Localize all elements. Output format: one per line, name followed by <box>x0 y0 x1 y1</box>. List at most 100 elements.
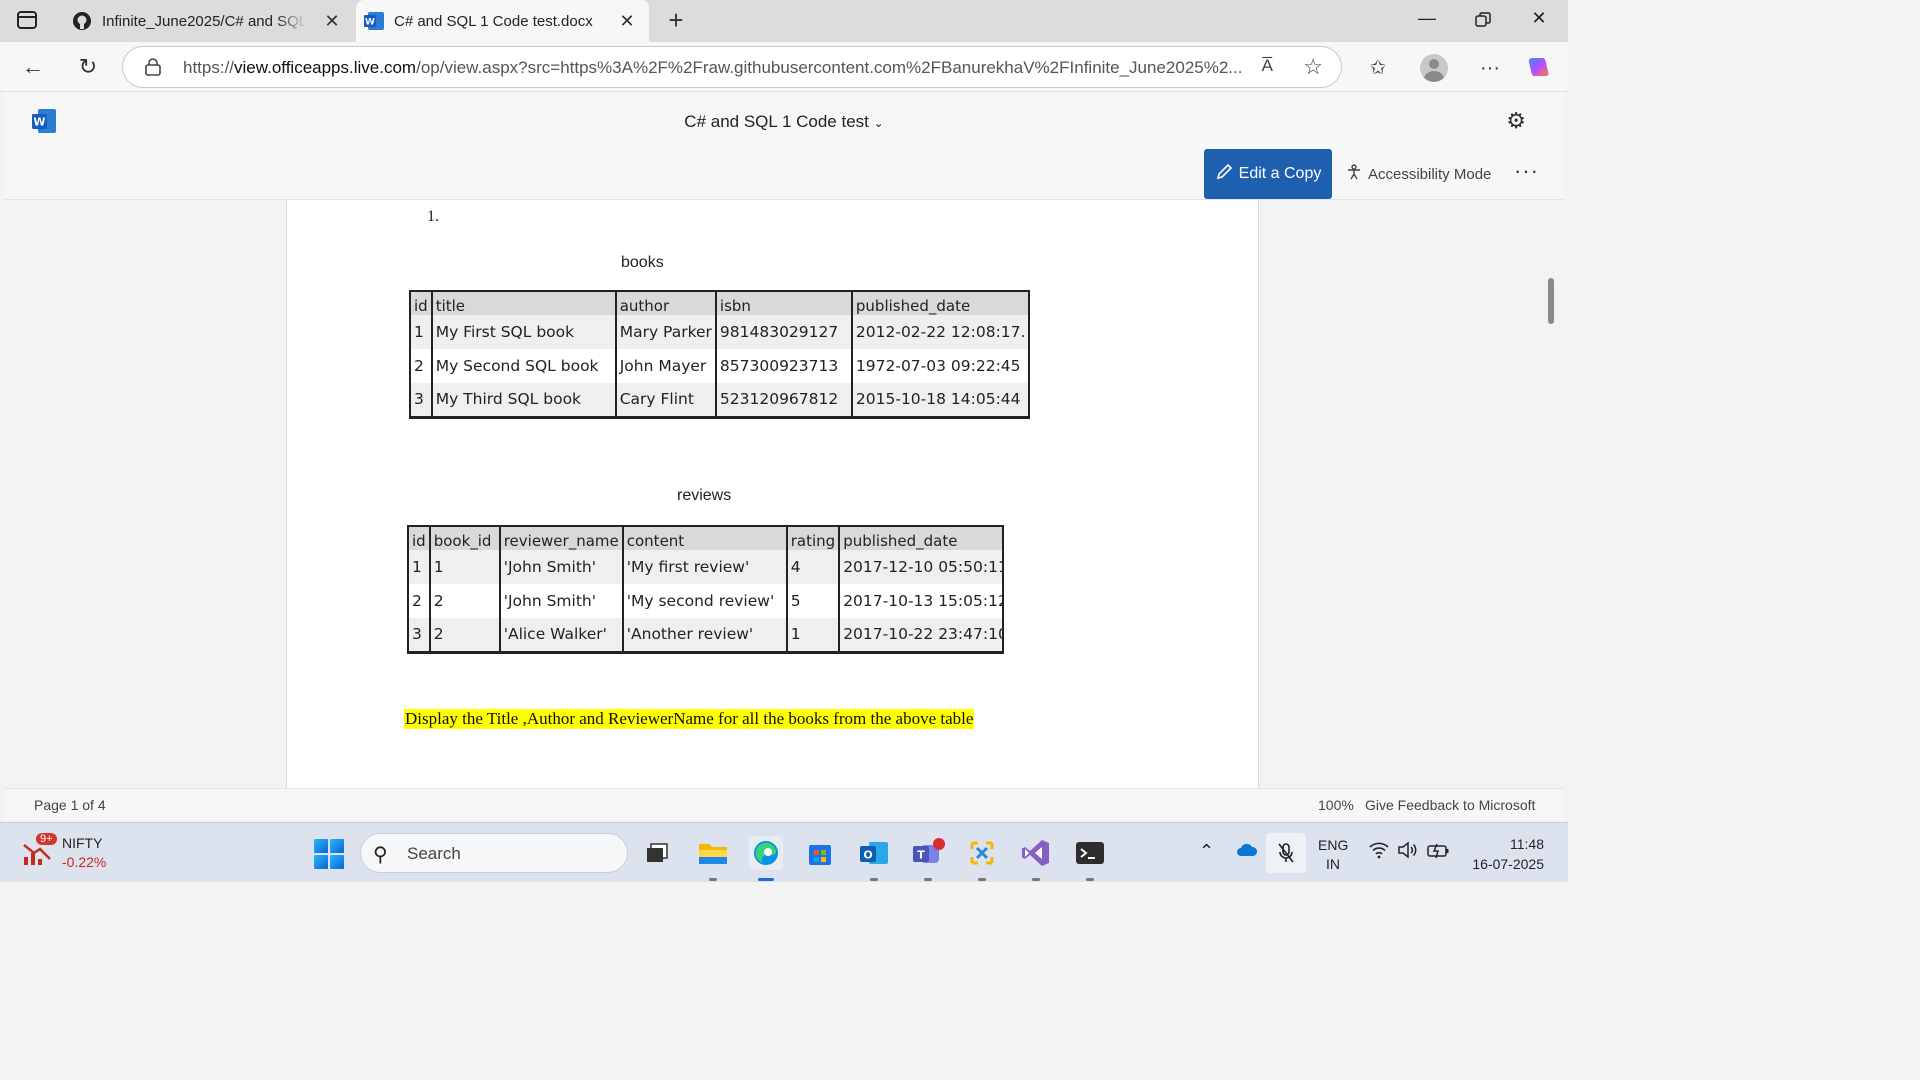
microsoft-store-icon[interactable] <box>803 836 837 870</box>
tab-word-doc[interactable]: W C# and SQL 1 Code test.docx ✕ <box>356 0 649 42</box>
language-code: ENG <box>1318 837 1349 853</box>
accessibility-mode-button[interactable]: Accessibility Mode <box>1346 164 1491 184</box>
books-caption: books <box>621 254 664 271</box>
snipping-tool-icon[interactable] <box>965 836 999 881</box>
back-icon[interactable]: ← <box>20 54 46 80</box>
minimize-icon[interactable]: — <box>1412 8 1442 34</box>
table-cell: 857300923713 <box>714 349 853 383</box>
document-canvas[interactable]: 1. books id title author isbn published_… <box>4 200 1564 788</box>
site-info-icon[interactable] <box>145 58 161 81</box>
new-tab-icon[interactable]: + <box>663 7 689 34</box>
chevron-up-icon[interactable]: ⌃ <box>1199 841 1214 862</box>
table-header-row: id book_id reviewer_name content rating … <box>407 525 1005 550</box>
table-cell: 'John Smith' <box>498 550 624 584</box>
zoom-level[interactable]: 100% <box>1318 797 1354 813</box>
read-aloud-icon[interactable]: A̅ <box>1262 56 1273 76</box>
table-cell: 2017-12-10 05:50:11.1 <box>838 550 1005 584</box>
table-cell: 1 <box>428 550 501 584</box>
stock-widget[interactable]: 9+ NIFTY -0.22% <box>22 833 142 873</box>
tab-github[interactable]: Infinite_June2025/C# and SQL 1 Code test… <box>62 0 354 42</box>
close-window-icon[interactable]: ✕ <box>1524 8 1554 34</box>
table-header-row: id title author isbn published_date <box>409 290 1031 315</box>
address-bar[interactable]: https://view.officeapps.live.com/op/view… <box>122 46 1342 88</box>
clock[interactable]: 11:48 16-07-2025 <box>1460 834 1544 874</box>
svg-text:T: T <box>917 849 925 862</box>
favorite-star-icon[interactable]: ☆ <box>1303 54 1323 80</box>
file-explorer-icon[interactable] <box>696 836 730 881</box>
battery-icon[interactable] <box>1427 841 1451 864</box>
column-header: published_date <box>850 290 1031 315</box>
search-placeholder: Search <box>407 844 461 863</box>
workspaces-icon[interactable] <box>16 10 40 32</box>
svg-text:W: W <box>365 18 375 28</box>
table-cell: 5 <box>785 584 841 618</box>
document-title[interactable]: C# and SQL 1 Code test ⌄ <box>4 112 1564 132</box>
table-cell: Cary Flint <box>614 383 717 419</box>
terminal-icon[interactable] <box>1073 836 1107 881</box>
svg-text:O: O <box>863 849 872 862</box>
column-header: isbn <box>714 290 853 315</box>
edge-browser-icon[interactable] <box>749 836 783 881</box>
url-text[interactable]: https://view.officeapps.live.com/op/view… <box>183 58 1243 78</box>
table-cell: 'Alice Walker' <box>498 618 624 654</box>
refresh-icon[interactable]: ↻ <box>75 54 101 80</box>
more-options-icon[interactable]: ··· <box>1476 54 1504 82</box>
table-cell: 2015-10-18 14:05:44 <box>850 383 1031 419</box>
table-cell: 1 <box>407 550 431 584</box>
column-header: author <box>614 290 717 315</box>
question-text: Display the Title ,Author and ReviewerNa… <box>404 709 975 729</box>
table-cell: 3 <box>407 618 431 654</box>
table-cell: 2 <box>409 349 433 383</box>
column-header: id <box>407 525 431 550</box>
vertical-scrollbar[interactable] <box>1548 278 1554 324</box>
pencil-icon <box>1215 163 1233 186</box>
visual-studio-icon[interactable] <box>1019 836 1053 881</box>
region-code: IN <box>1326 856 1340 872</box>
document-page[interactable]: 1. books id title author isbn published_… <box>286 200 1259 788</box>
clock-time: 11:48 <box>1510 836 1544 852</box>
notification-badge: 9+ <box>36 833 57 845</box>
table-cell: 1 <box>409 315 433 349</box>
teams-icon[interactable]: T <box>911 836 945 881</box>
tab-title: C# and SQL 1 Code test.docx <box>394 12 593 30</box>
column-header: id <box>409 290 433 315</box>
column-header: content <box>621 525 788 550</box>
copilot-icon[interactable] <box>1526 54 1554 82</box>
list-number: 1. <box>427 208 439 225</box>
table-cell: 'John Smith' <box>498 584 624 618</box>
start-button[interactable] <box>314 839 344 869</box>
volume-icon[interactable] <box>1397 841 1419 864</box>
feedback-link[interactable]: Give Feedback to Microsoft <box>1365 797 1535 813</box>
profile-icon[interactable] <box>1420 54 1448 82</box>
column-header: book_id <box>428 525 501 550</box>
table-cell: 523120967812 <box>714 383 853 419</box>
close-icon[interactable]: ✕ <box>617 11 637 31</box>
column-header: published_date <box>838 525 1005 550</box>
table-cell: My First SQL book <box>430 315 617 349</box>
microphone-muted-icon[interactable] <box>1266 833 1306 873</box>
table-row: 3 2 'Alice Walker' 'Another review' 1 20… <box>407 618 1005 654</box>
taskbar-search[interactable]: ⚲ Search <box>360 833 628 873</box>
favorites-icon[interactable]: ✩ <box>1364 54 1392 82</box>
onedrive-cloud-icon[interactable] <box>1236 841 1258 862</box>
books-table-image: id title author isbn published_date 1 My… <box>409 290 1031 419</box>
more-commands-icon[interactable]: ··· <box>1514 158 1539 184</box>
language-indicator[interactable]: ENG IN <box>1318 836 1348 874</box>
close-icon[interactable]: ✕ <box>322 11 342 31</box>
address-bar-row: ← ↻ https://view.officeapps.live.com/op/… <box>0 42 1568 92</box>
reviews-table: id book_id reviewer_name content rating … <box>407 525 1005 654</box>
table-row: 3 My Third SQL book Cary Flint 523120967… <box>409 383 1031 419</box>
table-cell: 2017-10-22 23:47:10 <box>838 618 1005 654</box>
accessibility-mode-label: Accessibility Mode <box>1368 165 1492 183</box>
clock-date: 16-07-2025 <box>1472 856 1544 872</box>
settings-gear-icon[interactable]: ⚙ <box>1506 108 1526 134</box>
table-row: 2 2 'John Smith' 'My second review' 5 20… <box>407 584 1005 618</box>
outlook-icon[interactable]: O <box>857 836 891 881</box>
accessibility-icon <box>1346 164 1362 184</box>
restore-icon[interactable] <box>1468 8 1498 34</box>
chevron-down-icon: ⌄ <box>873 116 884 130</box>
table-cell: 2017-10-13 15:05:12.6 <box>838 584 1005 618</box>
edit-a-copy-button[interactable]: Edit a Copy <box>1204 149 1332 199</box>
task-view-icon[interactable] <box>640 836 674 870</box>
wifi-icon[interactable] <box>1368 841 1390 864</box>
